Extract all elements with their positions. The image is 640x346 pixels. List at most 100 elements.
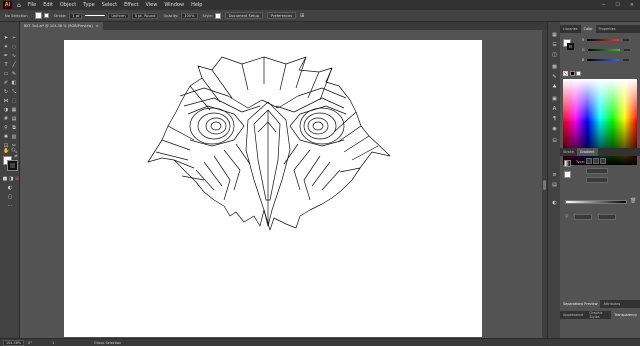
- tab-libraries[interactable]: Libraries: [560, 25, 581, 33]
- tab-graphic-styles[interactable]: Graphic Styles: [586, 311, 611, 319]
- perspective-grid-tool-icon[interactable]: ▦: [11, 107, 17, 113]
- tab-transparency[interactable]: Transparency: [611, 311, 640, 319]
- selection-tool-icon[interactable]: ➤: [3, 35, 9, 41]
- align-panel-icon[interactable]: ⊟: [551, 138, 558, 145]
- curvature-tool-icon[interactable]: ∿: [11, 53, 17, 59]
- artboard-number[interactable]: 1: [52, 341, 54, 345]
- gradient-fill-swatch[interactable]: [564, 171, 571, 178]
- brushes-panel-icon[interactable]: ✎: [551, 74, 558, 81]
- stroke-weight-dropdown[interactable]: 1 pt: [69, 12, 83, 19]
- white-color-chip[interactable]: [576, 71, 581, 76]
- paintbrush-tool-icon[interactable]: ✎: [11, 71, 17, 77]
- blue-track[interactable]: [587, 59, 620, 61]
- canvas-area[interactable]: [20, 30, 542, 338]
- tab-properties[interactable]: Properties: [596, 25, 619, 33]
- swap-fill-stroke-icon[interactable]: ⇄: [13, 153, 19, 159]
- shaper-tool-icon[interactable]: ✐: [3, 80, 9, 86]
- swatches-panel-icon[interactable]: ▩: [551, 64, 558, 71]
- close-tab-icon[interactable]: ×: [96, 24, 99, 28]
- gradient-panel-icon[interactable]: ▤: [551, 182, 558, 189]
- delete-stop-icon[interactable]: 🗑︎: [630, 198, 636, 204]
- symbols-panel-icon[interactable]: ♣: [551, 84, 558, 91]
- eagle-head-artwork[interactable]: [64, 40, 482, 337]
- blue-slider[interactable]: B: [582, 58, 632, 62]
- tab-separations-preview[interactable]: Separations Preview: [560, 300, 601, 308]
- maximize-button[interactable]: ☐: [615, 2, 619, 8]
- menu-help[interactable]: Help: [191, 2, 202, 8]
- layers-panel-icon[interactable]: ◫: [551, 52, 558, 59]
- width-tool-icon[interactable]: ⋈: [3, 98, 9, 104]
- libraries-panel-icon[interactable]: ▦: [551, 32, 558, 39]
- preferences-button[interactable]: Preferences: [267, 12, 297, 19]
- style-swatch[interactable]: [214, 12, 221, 19]
- direct-selection-tool-icon[interactable]: ➢: [11, 35, 17, 41]
- artboard[interactable]: [64, 40, 482, 337]
- stroke-color-box[interactable]: [7, 160, 18, 171]
- rotate-tool-icon[interactable]: ↻: [3, 89, 9, 95]
- lasso-tool-icon[interactable]: ◌: [11, 44, 17, 50]
- rotation-angle[interactable]: 0°: [28, 341, 32, 345]
- graphic-styles-panel-icon[interactable]: ▣: [551, 96, 558, 103]
- radial-gradient-button[interactable]: [593, 158, 599, 164]
- blend-tool-icon[interactable]: ⧉: [11, 125, 17, 131]
- free-transform-tool-icon[interactable]: ⬚: [11, 98, 17, 104]
- home-icon[interactable]: ⌂: [17, 2, 21, 9]
- draw-mode-icon[interactable]: ◐: [7, 185, 13, 191]
- pen-tool-icon[interactable]: ✒: [3, 53, 9, 59]
- menu-edit[interactable]: Edit: [43, 2, 53, 8]
- stroke-swatch[interactable]: [43, 13, 49, 18]
- menu-window[interactable]: Window: [164, 2, 184, 8]
- gradient-tool-icon[interactable]: ▤: [11, 116, 17, 122]
- blue-value-field[interactable]: [622, 58, 631, 62]
- close-button[interactable]: ✕: [630, 2, 634, 8]
- green-slider[interactable]: G: [582, 48, 632, 52]
- graph-tool-icon[interactable]: ▥: [11, 134, 17, 140]
- document-tab[interactable]: BKT 3x4.ai* @ 104.56 % (RGB/Preview) ×: [20, 22, 103, 30]
- red-value-field[interactable]: [622, 38, 631, 42]
- line-tool-icon[interactable]: ╱: [11, 62, 17, 68]
- red-slider[interactable]: R: [582, 38, 632, 42]
- stroke-profile-dropdown[interactable]: Uniform: [108, 12, 129, 19]
- none-color-icon[interactable]: [563, 71, 568, 76]
- tab-color[interactable]: Color: [580, 25, 596, 33]
- transparency-panel-icon[interactable]: ◐: [551, 200, 558, 207]
- scale-tool-icon[interactable]: ⤡: [11, 89, 17, 95]
- scrollbar-thumb[interactable]: [543, 180, 546, 190]
- tab-gradient[interactable]: Gradient: [576, 148, 598, 156]
- glyphs-panel-icon[interactable]: ◉: [551, 126, 558, 133]
- eraser-tool-icon[interactable]: ◧: [11, 80, 17, 86]
- menu-view[interactable]: View: [145, 2, 157, 8]
- linear-gradient-button[interactable]: [586, 158, 592, 164]
- document-setup-button[interactable]: Document Setup: [224, 12, 264, 19]
- tab-appearance[interactable]: Appearance: [560, 311, 586, 319]
- type-tool-icon[interactable]: T: [3, 62, 9, 68]
- tab-stroke[interactable]: Stroke: [560, 148, 577, 156]
- location-field[interactable]: [598, 214, 616, 220]
- green-track[interactable]: [587, 49, 620, 51]
- tab-attributes[interactable]: Attributes: [600, 300, 623, 308]
- menu-effect[interactable]: Effect: [124, 2, 138, 8]
- color-stroke-swatch[interactable]: [567, 43, 574, 50]
- hand-tool-icon[interactable]: ✋: [3, 148, 9, 154]
- properties-panel-icon[interactable]: ☰: [551, 42, 558, 49]
- opacity-field[interactable]: 100%: [181, 12, 198, 19]
- eyedropper-tool-icon[interactable]: ⚲: [3, 125, 9, 131]
- arrange-icon[interactable]: ⊞: [300, 13, 304, 19]
- eyedropper-icon[interactable]: ⚲: [565, 214, 569, 220]
- menu-select[interactable]: Select: [102, 2, 117, 8]
- opacity-field[interactable]: [574, 214, 592, 220]
- gradient-aspect-field[interactable]: [586, 177, 608, 183]
- symbol-sprayer-tool-icon[interactable]: ✺: [3, 134, 9, 140]
- character-panel-icon[interactable]: A: [551, 106, 558, 113]
- gradient-angle-field[interactable]: [586, 168, 608, 174]
- rectangle-tool-icon[interactable]: ▭: [3, 71, 9, 77]
- screen-mode-icon[interactable]: ▢: [7, 194, 13, 200]
- stroke-panel-icon[interactable]: ≡: [551, 172, 558, 179]
- paragraph-panel-icon[interactable]: ¶: [551, 116, 558, 123]
- minimize-button[interactable]: ─: [602, 2, 605, 8]
- menu-type[interactable]: Type: [83, 2, 94, 8]
- black-color-chip[interactable]: [570, 71, 575, 76]
- shape-builder-tool-icon[interactable]: ◑: [3, 107, 9, 113]
- magic-wand-tool-icon[interactable]: ✦: [3, 44, 9, 50]
- gradient-preview-swatch[interactable]: [564, 160, 571, 167]
